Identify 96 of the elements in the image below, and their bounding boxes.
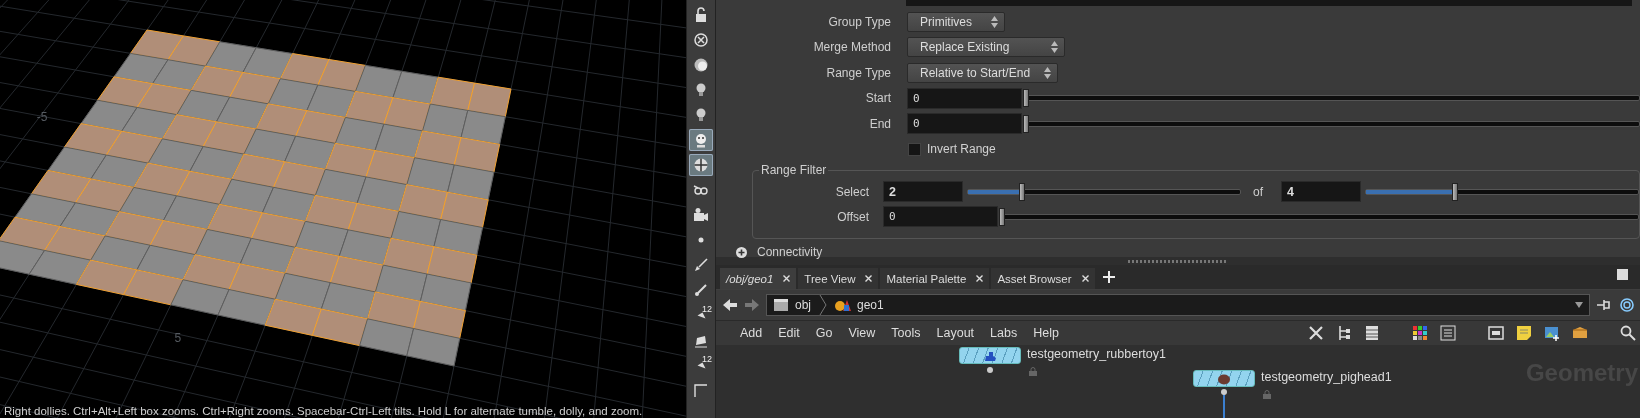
- number-field[interactable]: 0: [907, 113, 1022, 135]
- slider[interactable]: [967, 181, 1241, 202]
- network-box-icon[interactable]: [1488, 325, 1504, 341]
- clapboard-icon: [773, 298, 789, 312]
- menu-item[interactable]: Edit: [770, 326, 808, 340]
- brush-icon: [693, 257, 709, 273]
- up-down-arrows-icon: [1044, 66, 1051, 79]
- slider-handle[interactable]: [1452, 182, 1459, 201]
- number-field[interactable]: 0: [907, 87, 1022, 109]
- menu-item[interactable]: Labs: [982, 326, 1026, 340]
- dropdown-menu[interactable]: Replace Existing: [907, 37, 1065, 58]
- slider[interactable]: [1026, 88, 1640, 109]
- lock-icon: [693, 7, 709, 23]
- parameter-label: Start: [864, 91, 892, 106]
- checkbox-label: Invert Range: [927, 142, 996, 157]
- menu-item[interactable]: Layout: [928, 326, 983, 340]
- slider[interactable]: [1365, 181, 1639, 202]
- group-title: Range Filter: [759, 163, 829, 177]
- tree-icon[interactable]: [1336, 325, 1352, 341]
- sticky-note-icon[interactable]: [1516, 325, 1532, 341]
- shapes-icon: [835, 298, 851, 312]
- shade-icon: [693, 57, 709, 73]
- parameter-label: Merge Method: [812, 40, 892, 55]
- slider[interactable]: [1026, 113, 1640, 134]
- color-grid-icon[interactable]: [1412, 325, 1428, 341]
- number-field[interactable]: 4: [1281, 181, 1361, 202]
- section-label: Connectivity: [757, 245, 823, 259]
- checkbox[interactable]: [908, 142, 921, 156]
- pin-icon[interactable]: [1596, 297, 1612, 313]
- parameter-label: Select: [834, 184, 870, 199]
- pane-tab[interactable]: /obj/geo1: [720, 268, 797, 289]
- parameter-label: Offset: [836, 209, 870, 224]
- network-node[interactable]: [959, 347, 1021, 364]
- close-icon[interactable]: [1081, 275, 1089, 282]
- node-output-dot[interactable]: [987, 367, 993, 373]
- up-down-arrows-icon: [991, 15, 998, 28]
- slider-handle[interactable]: [1018, 182, 1025, 201]
- back-arrow-icon[interactable]: [722, 297, 738, 313]
- of-label: of: [1252, 184, 1264, 199]
- slider-handle[interactable]: [1023, 114, 1029, 133]
- menu-item[interactable]: View: [840, 326, 884, 340]
- face-icon: [693, 132, 709, 148]
- forward-arrow-icon[interactable]: [744, 297, 760, 313]
- network-node[interactable]: [1193, 370, 1255, 387]
- dropdown-arrow-icon[interactable]: [1575, 302, 1583, 308]
- pen-icon: [693, 282, 709, 298]
- number-field[interactable]: 0: [883, 206, 998, 227]
- box-icon[interactable]: [1572, 325, 1588, 341]
- sphere-icon: [693, 157, 709, 173]
- pane-tab[interactable]: Asset Browser: [991, 268, 1095, 289]
- parameter-label: Range Type: [825, 65, 892, 80]
- toolbar-button[interactable]: 12: [689, 354, 713, 376]
- slider-handle[interactable]: [999, 207, 1005, 226]
- status-message: Right dollies. Ctrl+Alt+Left box zooms. Ctrl+Right zooms. Spacebar-Ctrl-Left tilts. Hold L for alternate tumble, dolly, and zoom.: [4, 405, 643, 417]
- camera-icon: [693, 207, 709, 223]
- node-output-dot[interactable]: [1221, 389, 1227, 395]
- close-icon[interactable]: [865, 275, 873, 282]
- path-field[interactable]: obj geo1: [766, 294, 1590, 316]
- resize-handle[interactable]: [1128, 259, 1228, 263]
- chevron-icon: [819, 295, 827, 315]
- glasses-icon: [693, 182, 709, 198]
- path-segment[interactable]: obj: [795, 298, 811, 312]
- menu-item[interactable]: Add: [732, 326, 771, 340]
- corner-icon: [693, 382, 709, 398]
- toolbar-button[interactable]: [689, 154, 713, 176]
- head-icon: [1217, 372, 1231, 385]
- menu-item[interactable]: Go: [807, 326, 841, 340]
- maximize-icon[interactable]: [1617, 268, 1628, 280]
- pane-tab[interactable]: Tree View: [798, 268, 879, 289]
- close-icon[interactable]: [783, 275, 791, 282]
- number-field[interactable]: 2: [883, 181, 963, 202]
- image-icon[interactable]: [1544, 325, 1560, 341]
- plus-icon[interactable]: [736, 246, 747, 258]
- text-field[interactable]: [906, 0, 1632, 6]
- node-name: testgeometry_pighead1: [1261, 370, 1392, 384]
- grid-list-icon[interactable]: [1440, 325, 1456, 341]
- search-icon[interactable]: [1620, 325, 1636, 341]
- grid-label: -5: [36, 109, 48, 124]
- node-name: testgeometry_rubbertoy1: [1027, 347, 1166, 361]
- duck-icon: [983, 349, 997, 362]
- menu-item[interactable]: Tools: [883, 326, 929, 340]
- grid-label: 5: [174, 330, 182, 345]
- pane-tab[interactable]: Material Palette: [880, 268, 990, 289]
- slider-handle[interactable]: [1023, 89, 1029, 108]
- list-icon[interactable]: [1364, 325, 1380, 341]
- parameter-label: Group Type: [827, 14, 892, 29]
- menu-item[interactable]: Help: [1025, 326, 1067, 340]
- path-segment[interactable]: geo1: [857, 298, 884, 312]
- up-down-arrows-icon: [1051, 41, 1058, 54]
- slider[interactable]: [1002, 206, 1639, 227]
- dropdown-menu[interactable]: Relative to Start/End: [907, 62, 1058, 83]
- toolbar-button[interactable]: [689, 129, 713, 151]
- dropdown-menu[interactable]: Primitives: [907, 11, 1005, 32]
- parameter-label: End: [868, 116, 892, 131]
- toolbar-button[interactable]: 12: [689, 304, 713, 326]
- close-icon[interactable]: [976, 275, 984, 282]
